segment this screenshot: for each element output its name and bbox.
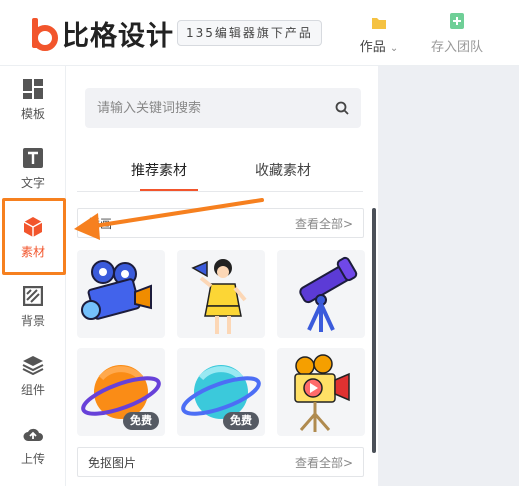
search-box [85,88,361,128]
logo-text: 比格设计 [62,21,174,52]
orange-planet-tile[interactable]: 免费 [77,348,165,436]
editor-window: 比格设计 135编辑器旗下产品 作品 ⌄ 存入团队 模板 文字 素材 背景 组件… [0,0,519,486]
view-all-link[interactable]: 查看全部> [295,215,353,232]
save-to-team-button[interactable]: 存入团队 [424,10,490,55]
free-badge: 免费 [223,412,259,430]
works-menu-button[interactable]: 作品 ⌄ [356,10,402,55]
section-title: 插画 [88,217,113,231]
search-icon[interactable] [335,100,349,119]
rail-item-text[interactable]: 文字 [0,147,66,191]
search-input[interactable] [85,88,325,128]
panel-scrollbar[interactable] [372,208,376,453]
background-icon [0,285,66,307]
telescope-tile[interactable] [277,250,365,338]
logo-b-icon [30,16,58,52]
free-badge: 免费 [123,412,159,430]
save-to-team-label: 存入团队 [430,40,483,55]
text-icon [0,147,66,169]
video-camera-tile[interactable] [277,348,365,436]
rail-label-background: 背景 [20,314,45,328]
folder-icon [356,10,402,30]
chevron-down-icon: ⌄ [389,43,399,54]
telescope-illustration [299,256,358,332]
video-camera-image [294,354,350,432]
material-panel: 推荐素材 收藏素材 插画 查看全部> [67,66,377,486]
view-all-link[interactable]: 查看全部> [295,454,353,471]
add-file-icon [424,10,490,30]
active-tab-indicator [140,189,198,191]
rail-label-component: 组件 [20,383,45,397]
template-icon [0,78,66,100]
section-title: 免抠图片 [88,456,137,470]
girl-megaphone-tile[interactable] [177,250,265,338]
upload-cloud-icon [0,423,66,445]
logo[interactable]: 比格设计 [30,14,174,53]
works-label: 作品 [359,40,386,55]
rail-label-upload: 上传 [20,452,45,466]
film-camera-illustration [81,260,152,320]
product-badge: 135编辑器旗下产品 [177,20,322,46]
rail-item-background[interactable]: 背景 [0,285,66,329]
tab-favorites[interactable]: 收藏素材 [255,160,311,180]
girl-megaphone-illustration [191,259,247,334]
section-illustration: 插画 查看全部> [77,208,364,238]
film-camera-tile[interactable] [77,250,165,338]
top-header: 比格设计 135编辑器旗下产品 作品 ⌄ 存入团队 [0,0,519,66]
rail-item-upload[interactable]: 上传 [0,423,66,467]
left-tool-rail: 模板 文字 素材 背景 组件 上传 [0,66,66,486]
tab-recommended[interactable]: 推荐素材 [131,160,187,180]
component-layers-icon [0,354,66,376]
highlight-box [2,198,66,275]
section-cutout-images: 免抠图片 查看全部> [77,447,364,477]
material-tabs: 推荐素材 收藏素材 [77,156,363,192]
blue-planet-tile[interactable]: 免费 [177,348,265,436]
rail-label-template: 模板 [20,107,45,121]
rail-label-text: 文字 [20,176,45,190]
rail-item-component[interactable]: 组件 [0,354,66,398]
canvas-area [378,66,519,486]
rail-item-template[interactable]: 模板 [0,78,66,122]
